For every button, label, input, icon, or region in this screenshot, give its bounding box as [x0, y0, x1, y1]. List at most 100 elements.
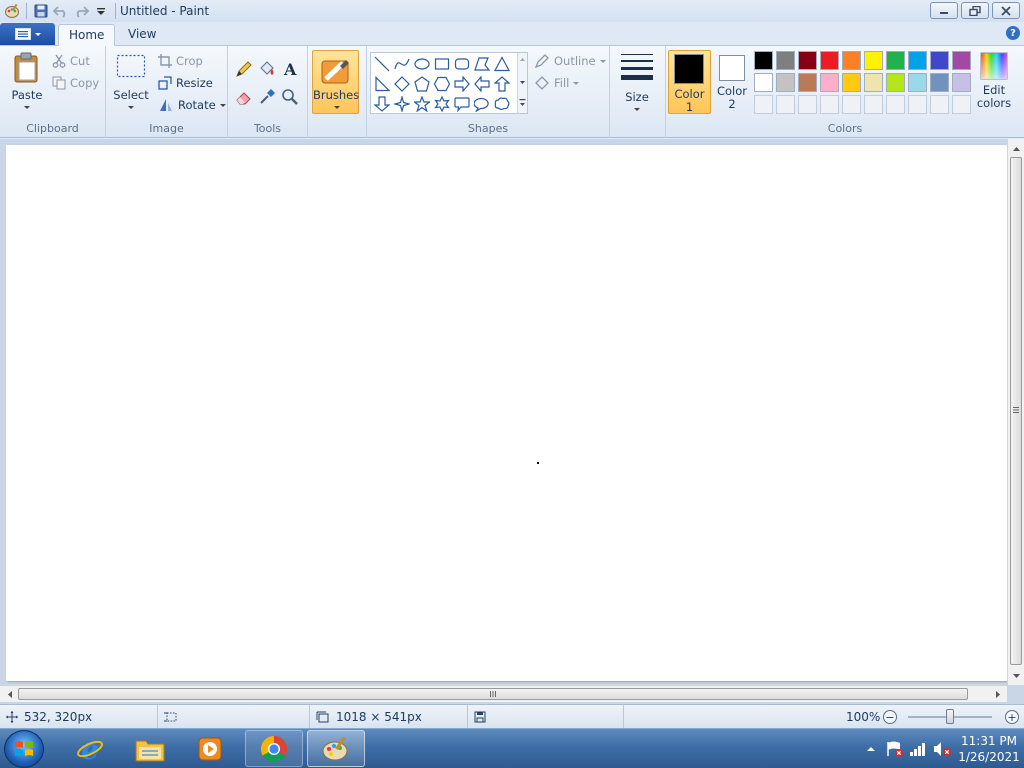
save-icon[interactable] [31, 1, 51, 21]
custom-color-slot[interactable] [754, 95, 773, 114]
select-button[interactable]: Select [113, 54, 149, 109]
fill-bucket-icon[interactable] [256, 58, 277, 79]
palette-swatch[interactable] [776, 51, 795, 70]
text-tool-icon[interactable]: A [279, 58, 300, 79]
network-icon[interactable] [908, 740, 930, 758]
oval-callout-shape-icon[interactable] [472, 94, 492, 114]
palette-swatch[interactable] [930, 73, 949, 92]
resize-button[interactable]: Resize [158, 73, 213, 93]
horizontal-scroll-thumb[interactable] [18, 688, 968, 700]
minimize-button[interactable] [930, 2, 958, 19]
volume-muted-icon[interactable] [932, 740, 954, 758]
taskbar-paint[interactable] [307, 730, 365, 767]
custom-color-slot[interactable] [930, 95, 949, 114]
vertical-scrollbar[interactable] [1007, 139, 1024, 685]
six-point-star-shape-icon[interactable] [432, 94, 452, 114]
palette-swatch[interactable] [886, 51, 905, 70]
diamond-shape-icon[interactable] [392, 74, 412, 94]
five-point-star-shape-icon[interactable] [412, 94, 432, 114]
polygon-shape-icon[interactable] [472, 54, 492, 74]
start-button[interactable] [4, 730, 44, 768]
taskbar-media-player[interactable] [181, 730, 239, 767]
rounded-rectangle-shape-icon[interactable] [452, 54, 472, 74]
cut-button[interactable]: Cut [52, 51, 90, 71]
show-hidden-icons[interactable] [862, 742, 880, 756]
cloud-callout-shape-icon[interactable] [492, 94, 512, 114]
hexagon-shape-icon[interactable] [432, 74, 452, 94]
rectangle-shape-icon[interactable] [432, 54, 452, 74]
triangle-shape-icon[interactable] [492, 54, 512, 74]
tab-home[interactable]: Home [58, 24, 116, 47]
tab-view[interactable]: View [118, 24, 166, 47]
custom-color-slot[interactable] [798, 95, 817, 114]
palette-swatch[interactable] [908, 51, 927, 70]
palette-swatch[interactable] [930, 51, 949, 70]
brushes-button[interactable]: Brushes [312, 50, 359, 114]
taskbar-chrome[interactable] [245, 730, 303, 767]
rotate-button[interactable]: Rotate [158, 95, 226, 115]
palette-swatch[interactable] [798, 51, 817, 70]
shapes-scrollbar[interactable] [517, 53, 527, 113]
custom-color-slot[interactable] [886, 95, 905, 114]
palette-swatch[interactable] [842, 73, 861, 92]
custom-color-slot[interactable] [908, 95, 927, 114]
clock[interactable]: 11:31 PM 1/26/2021 [954, 733, 1024, 765]
palette-swatch[interactable] [864, 73, 883, 92]
help-icon[interactable]: ? [1006, 26, 1020, 40]
copy-button[interactable]: Copy [52, 73, 99, 93]
up-arrow-shape-icon[interactable] [492, 74, 512, 94]
action-center-flag-icon[interactable] [884, 740, 906, 758]
palette-swatch[interactable] [820, 73, 839, 92]
right-triangle-shape-icon[interactable] [372, 74, 392, 94]
color-picker-icon[interactable] [256, 86, 277, 107]
fill-button[interactable]: Fill [534, 73, 580, 93]
taskbar-internet-explorer[interactable]: e [61, 730, 119, 767]
restore-button[interactable] [961, 2, 989, 19]
down-arrow-shape-icon[interactable] [372, 94, 392, 114]
zoom-out-button[interactable]: − [883, 710, 897, 724]
left-arrow-shape-icon[interactable] [472, 74, 492, 94]
palette-swatch[interactable] [886, 73, 905, 92]
redo-icon[interactable] [71, 1, 91, 21]
custom-color-slot[interactable] [842, 95, 861, 114]
curve-shape-icon[interactable] [392, 54, 412, 74]
palette-swatch[interactable] [754, 73, 773, 92]
zoom-in-button[interactable]: + [1005, 710, 1019, 724]
scroll-right-icon[interactable] [990, 687, 1005, 702]
scroll-down-icon[interactable] [1009, 668, 1024, 683]
pentagon-shape-icon[interactable] [412, 74, 432, 94]
zoom-slider-thumb[interactable] [946, 709, 954, 724]
palette-swatch[interactable] [864, 51, 883, 70]
custom-color-slot[interactable] [864, 95, 883, 114]
paste-button[interactable]: Paste [8, 52, 46, 109]
custom-color-slot[interactable] [952, 95, 971, 114]
drawing-canvas[interactable] [6, 145, 1008, 681]
palette-swatch[interactable] [820, 51, 839, 70]
horizontal-scrollbar[interactable] [0, 685, 1007, 702]
palette-swatch[interactable] [776, 73, 795, 92]
palette-swatch[interactable] [952, 51, 971, 70]
palette-swatch[interactable] [908, 73, 927, 92]
magnifier-icon[interactable] [279, 86, 300, 107]
custom-color-slot[interactable] [820, 95, 839, 114]
scroll-up-icon[interactable] [1009, 141, 1024, 156]
palette-swatch[interactable] [754, 51, 773, 70]
custom-color-slot[interactable] [776, 95, 795, 114]
color1-button[interactable]: Color 1 [668, 50, 711, 114]
vertical-scroll-thumb[interactable] [1010, 157, 1022, 665]
palette-swatch[interactable] [952, 73, 971, 92]
size-button[interactable]: Size [618, 52, 656, 111]
palette-swatch[interactable] [798, 73, 817, 92]
right-arrow-shape-icon[interactable] [452, 74, 472, 94]
rounded-callout-shape-icon[interactable] [452, 94, 472, 114]
customize-qat-icon[interactable] [91, 1, 111, 21]
palette-swatch[interactable] [842, 51, 861, 70]
paint-app-icon[interactable] [2, 1, 22, 21]
outline-button[interactable]: Outline [534, 51, 606, 71]
edit-colors-button[interactable]: Edit colors [974, 52, 1014, 110]
eraser-icon[interactable] [233, 86, 254, 107]
color2-button[interactable]: Color 2 [712, 50, 752, 114]
four-point-star-shape-icon[interactable] [392, 94, 412, 114]
close-button[interactable] [992, 2, 1020, 19]
taskbar-file-explorer[interactable] [121, 730, 179, 767]
